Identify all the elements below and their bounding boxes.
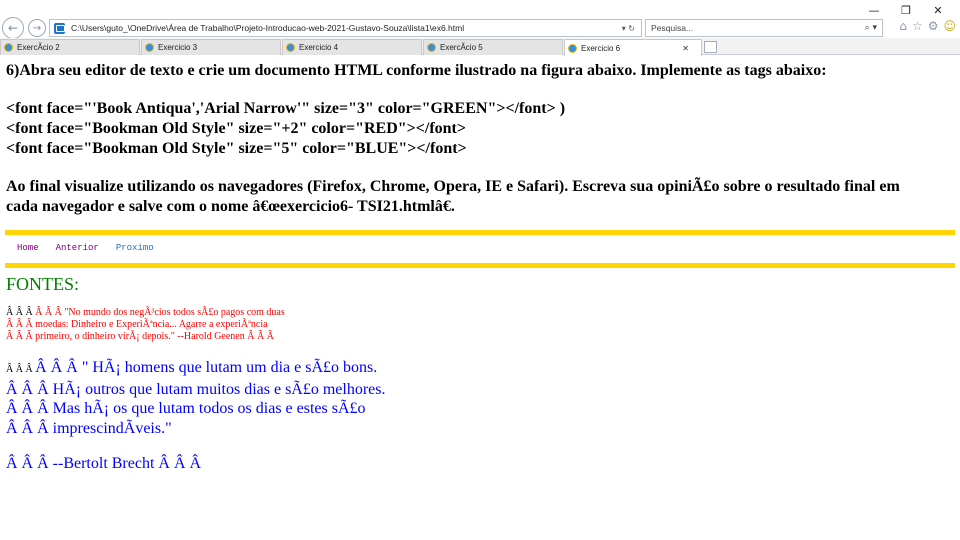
arrow-right-icon: →: [32, 22, 42, 34]
instruction-line: 6)Abra seu editor de texto e crie um doc…: [6, 62, 827, 79]
ie-page-icon: [427, 43, 436, 52]
instruction-line: cada navegador e salve com o nome â€œexe…: [6, 198, 455, 215]
menu-link-proximo[interactable]: Proximo: [116, 243, 154, 253]
quote-bertolt-brecht: Â Â Â Â Â Â " HÃ¡ homens que lutam um di…: [6, 358, 386, 438]
code-line: <font face="Bookman Old Style" size="5" …: [6, 140, 467, 157]
arrow-left-icon: ←: [7, 21, 19, 35]
settings-gear-icon[interactable]: ⚙: [928, 19, 939, 33]
tab-label: Exercicio 4: [299, 43, 339, 52]
address-bar[interactable]: C:\Users\guto_\OneDrive\Área de Trabalho…: [49, 19, 642, 37]
forward-button[interactable]: →: [28, 19, 46, 37]
ie-page-icon: [286, 43, 295, 52]
tab-strip: ExercÃ­cio 2 Exercicio 3 Exercicio 4 Exe…: [0, 38, 960, 56]
menu-link-home[interactable]: Home: [17, 243, 39, 253]
tab-label: ExercÃ­cio 2: [17, 43, 60, 52]
quote-line: Â Â Â " HÃ¡ homens que lutam um dia e sÃ…: [35, 359, 378, 376]
toolbar-icons: ⌂ ☆ ⚙ ☺: [899, 19, 956, 33]
search-input[interactable]: [646, 23, 865, 33]
fontes-heading: FONTES:: [6, 274, 80, 294]
refresh-dropdown-icon[interactable]: ▾ ↻: [622, 24, 641, 33]
divider-bottom: [5, 263, 955, 268]
feedback-smiley-icon[interactable]: ☺: [943, 19, 956, 33]
quote-harold-geenen: Â Â Â Â Â Â "No mundo dos negÃ³cios todo…: [6, 307, 285, 343]
quote-line: Â Â Â "No mundo dos negÃ³cios todos sÃ£o…: [35, 307, 285, 318]
tab-label: Exercicio 3: [158, 43, 198, 52]
menu-link-anterior[interactable]: Anterior: [56, 243, 99, 253]
quote-author: Â Â Â --Bertolt Brecht Â Â Â: [6, 455, 202, 472]
code-line: <font face="Bookman Old Style" size="+2"…: [6, 120, 466, 137]
ie-page-icon: [568, 43, 577, 53]
quote-line: Â Â Â HÃ¡ outros que lutam muitos dias e…: [6, 380, 386, 398]
tab-exercicio-2[interactable]: ExercÃ­cio 2: [0, 39, 140, 55]
quote-line: Â Â Â primeiro, o dinheiro virÃ¡ depois.…: [6, 331, 274, 342]
quote-line: Â Â Â moedas: Dinheiro e ExperiÃªncia...…: [6, 319, 268, 330]
quote-line: Â Â Â imprescindÃ­veis.": [6, 419, 172, 437]
tab-exercicio-3[interactable]: Exercicio 3: [141, 39, 281, 55]
new-tab-button[interactable]: [704, 41, 717, 53]
code-line: <font face="'Book Antiqua','Arial Narrow…: [6, 100, 566, 117]
instruction-line: Ao final visualize utilizando os navegad…: [6, 178, 900, 195]
tab-exercicio-4[interactable]: Exercicio 4: [282, 39, 422, 55]
divider-top: [5, 230, 955, 235]
address-url[interactable]: C:\Users\guto_\OneDrive\Área de Trabalho…: [71, 23, 622, 33]
page-menu: Home Anterior Proximo: [17, 243, 171, 253]
search-box[interactable]: ⌕ ▾: [645, 19, 883, 37]
search-icon[interactable]: ⌕ ▾: [865, 23, 882, 33]
ie-page-icon: [145, 43, 154, 52]
ie-page-icon: [4, 43, 13, 52]
quote-prefix: Â Â Â: [6, 307, 36, 318]
page-content: 6)Abra seu editor de texto e crie um doc…: [0, 56, 960, 540]
favorites-star-icon[interactable]: ☆: [912, 19, 923, 33]
navigation-bar: ← → C:\Users\guto_\OneDrive\Área de Trab…: [0, 17, 960, 39]
tab-label: Exercicio 6: [581, 43, 621, 53]
tab-label: ExercÃ­cio 5: [440, 43, 483, 52]
close-tab-icon[interactable]: ✕: [682, 44, 689, 53]
quote-line: Â Â Â Mas hÃ¡ os que lutam todos os dias…: [6, 400, 366, 417]
home-icon[interactable]: ⌂: [899, 19, 907, 33]
tab-exercicio-6[interactable]: Exercicio 6 ✕: [564, 39, 702, 56]
browser-chrome: — ❐ ✕ ← → C:\Users\guto_\OneDrive\Área d…: [0, 0, 960, 56]
tab-exercicio-5[interactable]: ExercÃ­cio 5: [423, 39, 563, 55]
page-favicon-icon: [54, 22, 65, 34]
back-button[interactable]: ←: [2, 17, 24, 39]
quote-prefix: Â Â Â: [6, 364, 36, 375]
